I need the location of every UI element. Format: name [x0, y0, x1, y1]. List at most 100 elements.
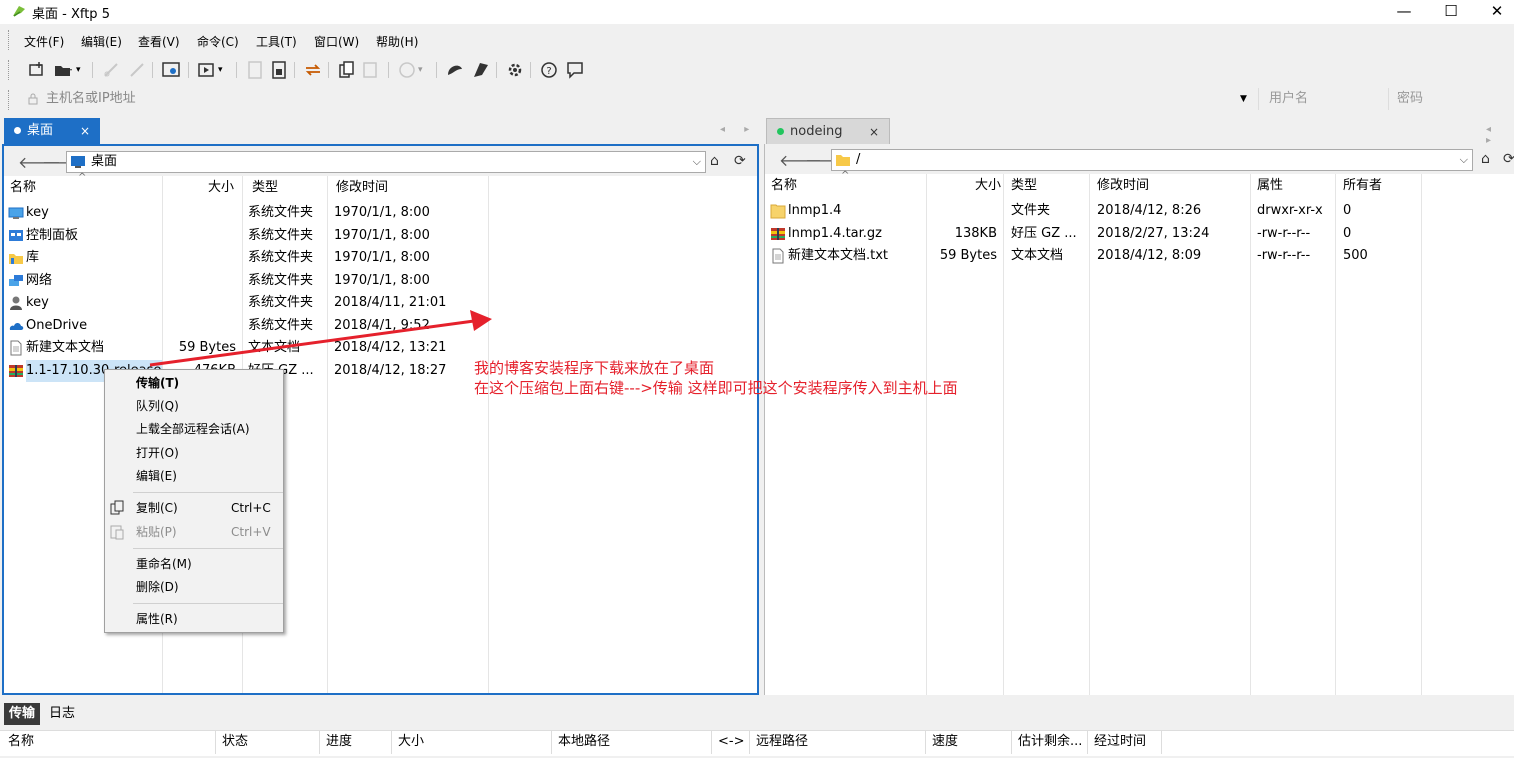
tcol-progress[interactable]: 进度 — [320, 730, 392, 754]
host-input[interactable]: 主机名或IP地址 — [14, 88, 1254, 110]
file-row[interactable]: 新建文本文档.txt 59 Bytes 文本文档 2018/4/12, 8:09 -rw… — [765, 245, 1514, 267]
settings-icon[interactable] — [504, 59, 526, 81]
new-session-icon[interactable] — [26, 59, 48, 81]
file-row[interactable]: lnmp1.4 文件夹 2018/4/12, 8:26 drwxr-xr-x 0 — [765, 200, 1514, 222]
sync-icon[interactable] — [302, 59, 324, 81]
col-name[interactable]: 名称 — [767, 174, 797, 198]
encoding-icon[interactable] — [396, 59, 418, 81]
tcol-status[interactable]: 状态 — [216, 730, 320, 754]
tcol-elapsed[interactable]: 经过时间 — [1088, 730, 1162, 754]
desktop-icon — [8, 205, 24, 221]
col-type[interactable]: 类型 — [248, 176, 278, 200]
ctx-properties[interactable]: 属性(R) — [105, 608, 283, 631]
tcol-speed[interactable]: 速度 — [926, 730, 1012, 754]
control-panel-icon — [8, 228, 24, 244]
file-row[interactable]: key 系统文件夹 2018/4/11, 21:01 — [4, 292, 757, 314]
col-owner[interactable]: 所有者 — [1339, 174, 1382, 198]
menu-window[interactable]: 窗口(W) — [314, 33, 359, 50]
copy-icon[interactable] — [336, 59, 358, 81]
reconnect-icon[interactable] — [126, 59, 148, 81]
transfer-icon[interactable] — [196, 59, 218, 81]
open-folder-icon[interactable] — [52, 59, 74, 81]
ctx-copy[interactable]: 复制(C) Ctrl+C — [105, 497, 283, 520]
xftp-icon[interactable] — [470, 59, 492, 81]
ctx-delete[interactable]: 删除(D) — [105, 576, 283, 599]
addressbar-grip — [8, 90, 10, 110]
file-row[interactable]: 库 系统文件夹 1970/1/1, 8:00 — [4, 247, 757, 269]
username-field[interactable]: 用户名 — [1258, 88, 1388, 110]
file-row[interactable]: 网络 系统文件夹 1970/1/1, 8:00 — [4, 270, 757, 292]
tab-local-desktop[interactable]: 桌面 × — [4, 118, 100, 144]
menu-edit[interactable]: 编辑(E) — [81, 33, 122, 50]
tab-close-icon[interactable]: × — [869, 119, 879, 145]
col-size[interactable]: 大小 — [204, 176, 234, 200]
tcol-local-path[interactable]: 本地路径 — [552, 730, 712, 754]
col-type[interactable]: 类型 — [1007, 174, 1037, 198]
tab-close-icon[interactable]: × — [80, 118, 90, 144]
path-dropdown-icon[interactable]: ⌵ — [1460, 150, 1468, 170]
ctx-open[interactable]: 打开(O) — [105, 442, 283, 465]
session-properties-icon[interactable] — [160, 59, 182, 81]
file-row[interactable]: 控制面板 系统文件夹 1970/1/1, 8:00 — [4, 225, 757, 247]
help-icon[interactable]: ? — [538, 59, 560, 81]
maximize-button[interactable]: ☐ — [1428, 0, 1474, 24]
tcol-name[interactable]: 名称 — [2, 730, 216, 754]
tab-remote-nodeing[interactable]: nodeing × — [766, 118, 890, 144]
annotation-line-2: 在这个压缩包上面右键--->传输 这样即可把这个安装程序传入到主机上面 — [474, 379, 958, 397]
paste-icon[interactable] — [360, 59, 382, 81]
upload-icon[interactable] — [244, 59, 266, 81]
close-button[interactable]: ✕ — [1474, 0, 1514, 24]
tcol-direction[interactable]: <-> — [712, 730, 750, 754]
col-modified[interactable]: 修改时间 — [332, 176, 388, 200]
host-dropdown-icon[interactable]: ▼ — [1240, 94, 1247, 104]
open-dropdown-icon[interactable]: ▾ — [76, 65, 98, 87]
tab-log[interactable]: 日志 — [44, 703, 80, 725]
tcol-size[interactable]: 大小 — [392, 730, 552, 754]
remote-path-box[interactable]: / ⌵ — [831, 149, 1473, 171]
download-icon[interactable] — [268, 59, 290, 81]
file-type: 系统文件夹 — [248, 317, 314, 333]
file-row[interactable]: lnmp1.4.tar.gz 138KB 好压 GZ ... 2018/2/27, 1… — [765, 223, 1514, 245]
ctx-edit[interactable]: 编辑(E) — [105, 465, 283, 488]
ctx-paste[interactable]: 粘贴(P) Ctrl+V — [105, 521, 283, 544]
file-type: 文本文档 — [1011, 248, 1064, 263]
col-modified[interactable]: 修改时间 — [1093, 174, 1149, 198]
path-dropdown-icon[interactable]: ⌵ — [693, 152, 701, 172]
chat-icon[interactable] — [564, 59, 586, 81]
refresh-icon[interactable]: ⟳ — [1503, 151, 1514, 167]
tab-transfer[interactable]: 传输 — [4, 703, 41, 725]
menu-command[interactable]: 命令(C) — [197, 33, 239, 50]
home-icon[interactable]: ⌂ — [710, 153, 719, 169]
file-owner: 500 — [1343, 248, 1368, 263]
tcol-eta[interactable]: 估计剩余... — [1012, 730, 1088, 754]
file-owner: 0 — [1343, 225, 1352, 241]
xshell-icon[interactable] — [444, 59, 466, 81]
minimize-button[interactable]: — — [1381, 0, 1427, 24]
right-tab-nav[interactable]: ◂ ▸ — [1486, 124, 1514, 146]
ctx-transfer[interactable]: 传输(T) — [105, 372, 283, 395]
password-field[interactable]: 密码 — [1388, 88, 1514, 110]
menu-help[interactable]: 帮助(H) — [376, 33, 418, 50]
ctx-rename[interactable]: 重命名(M) — [105, 553, 283, 576]
ctx-queue[interactable]: 队列(Q) — [105, 395, 283, 418]
tcol-remote-path[interactable]: 远程路径 — [750, 730, 926, 754]
file-modified: 1970/1/1, 8:00 — [334, 272, 430, 288]
menu-tools[interactable]: 工具(T) — [256, 33, 297, 50]
ctx-upload-all[interactable]: 上载全部远程会话(A) — [105, 418, 283, 441]
left-tab-nav[interactable]: ◂ ▸ — [720, 124, 757, 135]
home-icon[interactable]: ⌂ — [1481, 151, 1490, 167]
file-type: 系统文件夹 — [248, 295, 314, 310]
file-row[interactable]: key 系统文件夹 1970/1/1, 8:00 — [4, 202, 757, 224]
menu-view[interactable]: 查看(V) — [138, 33, 180, 50]
file-name: 控制面板 — [26, 227, 79, 243]
file-row[interactable]: 新建文本文档 59 Bytes 文本文档 2018/4/12, 13:21 — [4, 337, 757, 359]
menu-file[interactable]: 文件(F) — [24, 33, 64, 50]
col-name[interactable]: 名称 — [6, 176, 36, 200]
file-row[interactable]: OneDrive 系统文件夹 2018/4/1, 9:52 — [4, 315, 757, 337]
refresh-icon[interactable]: ⟳ — [734, 153, 746, 169]
local-path-box[interactable]: 桌面 ⌵ — [66, 151, 706, 173]
col-size[interactable]: 大小 — [971, 174, 1001, 198]
disconnect-icon[interactable] — [100, 59, 122, 81]
remote-file-pane: 🡐 🡒 / ⌵ ⌂ ⟳ 名称 ^ 大小 类型 修改时间 属性 所有者 lnmp1… — [764, 144, 1514, 695]
col-attr[interactable]: 属性 — [1253, 174, 1283, 198]
